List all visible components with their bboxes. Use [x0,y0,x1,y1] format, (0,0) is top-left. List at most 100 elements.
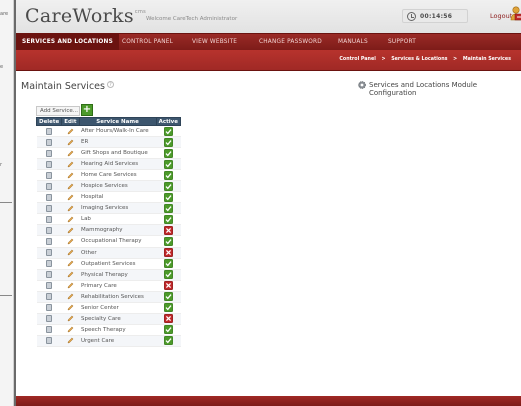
nav-control-panel[interactable]: CONTROL PANEL [122,39,173,45]
app-logo[interactable]: CareWorkscms [25,5,146,27]
pencil-icon[interactable] [67,326,74,333]
inactive-x-icon[interactable] [163,281,173,291]
app-header: CareWorkscms Welcome CareTech Administra… [16,0,521,33]
active-cell [156,280,181,292]
delete-icon[interactable] [46,160,53,168]
edit-cell [61,291,79,303]
service-name: Outpatient Services [79,258,157,270]
active-check-icon[interactable] [163,181,173,191]
pencil-icon[interactable] [67,172,74,179]
delete-icon[interactable] [46,182,53,190]
delete-icon[interactable] [46,260,53,268]
delete-icon[interactable] [46,282,53,290]
help-icon[interactable]: ? [107,81,114,88]
nav-view-website[interactable]: VIEW WEBSITE [192,39,237,45]
delete-icon[interactable] [46,293,53,301]
breadcrumb-control-panel[interactable]: Control Panel [339,57,375,62]
nav-change-password[interactable]: CHANGE PASSWORD [259,39,322,45]
active-check-icon[interactable] [163,336,173,346]
logout-icon[interactable] [509,6,521,22]
pencil-icon[interactable] [67,183,74,190]
active-check-icon[interactable] [163,148,173,158]
nav-support[interactable]: SUPPORT [388,39,416,45]
pencil-icon[interactable] [67,150,74,157]
delete-icon[interactable] [46,304,53,312]
strip-divider [0,295,12,296]
delete-icon[interactable] [46,149,53,157]
delete-cell [36,247,62,259]
delete-icon[interactable] [46,326,53,334]
gear-icon[interactable] [357,80,367,90]
inactive-x-icon[interactable] [163,314,173,324]
delete-icon[interactable] [46,215,53,223]
breadcrumb-current: Maintain Services [462,57,511,62]
delete-cell [36,302,62,314]
active-check-icon[interactable] [163,203,173,213]
edit-cell [61,125,79,138]
pencil-icon[interactable] [67,260,74,267]
background-window-strip: are e r [0,0,14,406]
delete-icon[interactable] [46,249,53,257]
add-service-field[interactable]: Add Service... [36,106,80,116]
pencil-icon[interactable] [67,161,74,168]
table-row: ER [36,136,181,149]
active-cell [156,313,181,325]
delete-icon[interactable] [46,204,53,212]
nav-services-and-locations[interactable]: SERVICES AND LOCATIONS [16,34,119,51]
pencil-icon[interactable] [67,293,74,300]
edit-cell [61,169,79,182]
pencil-icon[interactable] [67,227,74,234]
active-check-icon[interactable] [163,214,173,224]
active-check-icon[interactable] [163,270,173,280]
pencil-icon[interactable] [67,238,74,245]
pencil-icon[interactable] [67,315,74,322]
delete-icon[interactable] [46,237,53,245]
active-check-icon[interactable] [163,292,173,302]
active-check-icon[interactable] [163,303,173,313]
service-name: Specialty Care [79,313,157,325]
pencil-icon[interactable] [67,282,74,289]
pencil-icon[interactable] [67,205,74,212]
active-check-icon[interactable] [163,237,173,246]
delete-icon[interactable] [46,271,53,279]
pencil-icon[interactable] [67,216,74,223]
edit-cell [61,191,79,204]
active-check-icon[interactable] [163,170,173,180]
active-check-icon[interactable] [163,325,173,335]
delete-cell [36,180,62,193]
service-name: Speech Therapy [79,324,157,336]
pencil-icon[interactable] [67,128,74,135]
pencil-icon[interactable] [67,337,74,344]
pencil-icon[interactable] [67,139,74,146]
active-check-icon[interactable] [163,137,173,147]
inactive-x-icon[interactable] [163,225,173,235]
active-check-icon[interactable] [163,159,173,169]
delete-cell [36,313,62,325]
nav-manuals[interactable]: MANUALS [338,39,368,45]
inactive-x-icon[interactable] [163,248,173,257]
active-check-icon[interactable] [163,259,173,269]
service-name: Home Care Services [79,169,157,182]
delete-icon[interactable] [46,138,53,146]
pencil-icon[interactable] [67,249,74,256]
edit-cell [61,247,79,259]
service-name: After Hours/Walk-In Care [79,125,157,138]
pencil-icon[interactable] [67,194,74,201]
delete-icon[interactable] [46,193,53,201]
pencil-icon[interactable] [67,271,74,278]
add-service-button[interactable]: + [81,104,93,116]
delete-icon[interactable] [46,315,53,323]
active-check-icon[interactable] [163,192,173,202]
delete-icon[interactable] [46,171,53,179]
pencil-icon[interactable] [67,304,74,311]
session-timer: 00:14:56 [402,9,468,23]
delete-icon[interactable] [46,337,53,345]
delete-cell [36,335,62,347]
table-row: Hospital [36,191,181,204]
breadcrumb-services-locations[interactable]: Services & Locations [391,57,447,62]
active-check-icon[interactable] [163,126,173,136]
delete-icon[interactable] [46,127,53,135]
delete-icon[interactable] [46,226,53,234]
delete-cell [36,291,62,303]
module-configuration-link[interactable]: Services and Locations Module Configurat… [369,81,521,97]
